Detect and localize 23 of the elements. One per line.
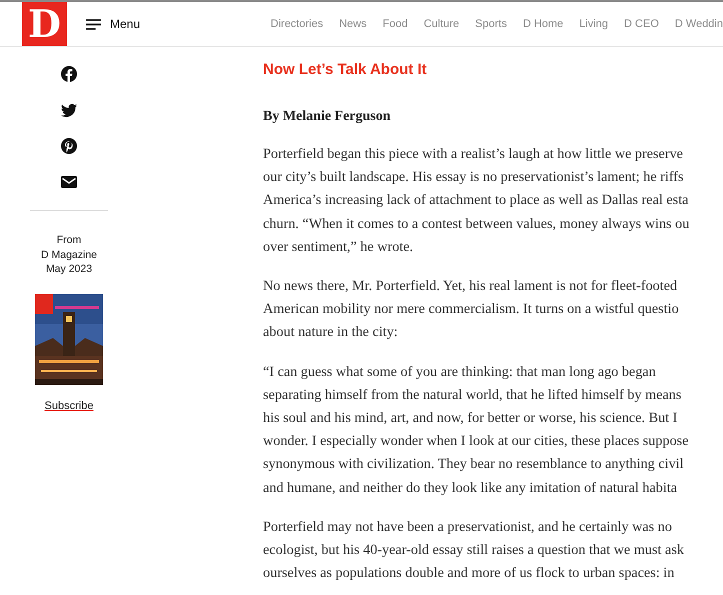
- nav-link[interactable]: Directories: [270, 16, 324, 32]
- twitter-icon[interactable]: [61, 102, 77, 118]
- article-paragraph: “I can guess what some of you are thinking: that man long ago began separating himself from the natural world, that he lifted himself by means his soul and his mind, art, and now, for better or worse, his science. But I wonder. I especially wonder when I look at our cities, these places suppose synonymous with civilization. They bear no resemblance to anything civil and humane, and neither do they look like any imitation of natural habita: [263, 362, 690, 498]
- article-paragraph: No news there, Mr. Porterfield. Yet, his real lament is not for fleet-footed American mobility nor mere commercialism. It turns on a wistful questio about nature in the city:: [263, 277, 680, 342]
- logo[interactable]: D: [22, 2, 67, 46]
- facebook-icon[interactable]: [61, 66, 77, 82]
- article-paragraph: Porterfield began this piece with a realist’s laugh at how little we preserve our city’s built landscape. His essay is no preservationist’s lament; he riffs America’s increasing lack of attachment to place as well as Dallas real esta churn. “When it comes to a contest between values, money always wins ou over sentiment,” he wrote.: [263, 145, 690, 257]
- nav-link[interactable]: Living: [579, 16, 608, 32]
- article-byline: By Melanie Ferguson: [263, 108, 392, 126]
- article-paragraph: Porterfield may not have been a preservationist, and he certainly was no ecologist, but his 40-year-old essay still raises a question that we must ask ourselves as populations double and more of us flock to urban spaces: in: [263, 518, 685, 584]
- nav-link[interactable]: Culture: [424, 16, 460, 32]
- nav-link[interactable]: D CEO: [624, 16, 659, 32]
- nav-link[interactable]: News: [339, 16, 367, 32]
- pinterest-icon[interactable]: [61, 138, 77, 154]
- nav-link[interactable]: Sports: [475, 16, 507, 32]
- nav-link[interactable]: D Home: [522, 16, 564, 32]
- email-icon[interactable]: [61, 174, 77, 190]
- article-headline: Now Let’s Talk About It: [263, 61, 428, 79]
- subscribe-link[interactable]: Subscribe: [30, 398, 108, 414]
- issue-caption: From D Magazine May 2023: [40, 233, 98, 276]
- nav-link[interactable]: Food: [382, 16, 408, 32]
- menu-button[interactable]: Menu: [85, 15, 140, 33]
- nav-link[interactable]: D Weddin: [674, 16, 723, 32]
